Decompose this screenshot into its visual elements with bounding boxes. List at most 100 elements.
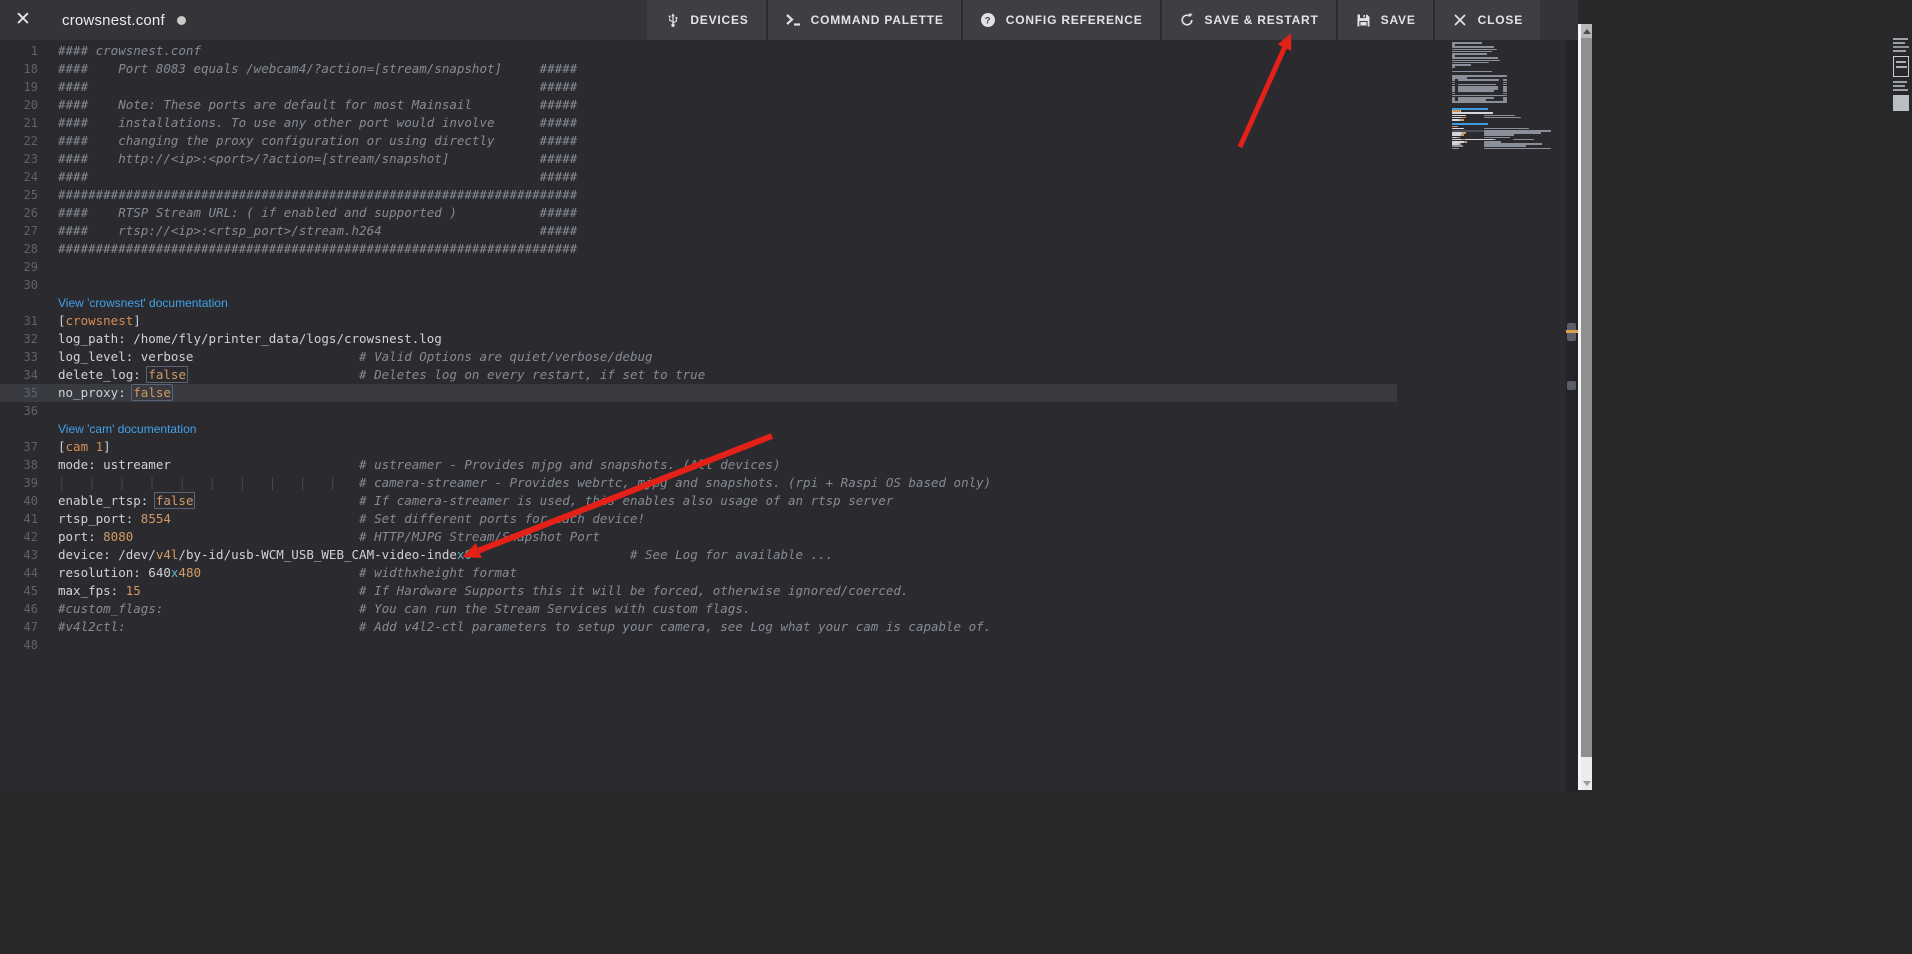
minimap-line xyxy=(1452,66,1455,68)
window-edge-artifact xyxy=(1893,81,1907,83)
code-line[interactable]: 40enable_rtsp: false # If camera-streame… xyxy=(0,492,1397,510)
minimap-line xyxy=(1452,134,1461,136)
line-number: 27 xyxy=(8,222,38,240)
minimap-line xyxy=(1458,90,1493,92)
minimap-line xyxy=(1460,119,1464,121)
close-icon xyxy=(1452,12,1469,29)
button-label: SAVE xyxy=(1381,13,1416,27)
button-label: CLOSE xyxy=(1478,13,1523,27)
command-palette-button[interactable]: COMMAND PALETTE xyxy=(768,0,961,40)
restart-icon xyxy=(1179,12,1196,29)
code-line[interactable]: 37[cam 1] xyxy=(0,438,1397,456)
code-line[interactable]: 39| | | | | | | | | | # camera-streamer … xyxy=(0,474,1397,492)
minimap-line xyxy=(1484,115,1515,117)
line-number: 34 xyxy=(8,366,38,384)
code-line[interactable]: 35no_proxy: false xyxy=(0,384,1397,402)
code-line[interactable]: 34delete_log: false # Deletes log on eve… xyxy=(0,366,1397,384)
page-scrollbar[interactable] xyxy=(1581,24,1592,790)
code-line[interactable]: 48 xyxy=(0,636,1397,654)
minimap-line xyxy=(1452,115,1466,117)
save-button[interactable]: SAVE xyxy=(1338,0,1433,40)
app-window: ✕ crowsnest.conf DEVICESCOMMAND PALETTE?… xyxy=(0,0,1912,954)
code-line[interactable]: 33log_level: verbose # Valid Options are… xyxy=(0,348,1397,366)
window-edge-artifact xyxy=(1893,42,1905,44)
doc-link-row: View 'crowsnest' documentation xyxy=(0,294,1397,312)
code-line[interactable]: 26#### RTSP Stream URL: ( if enabled and… xyxy=(0,204,1397,222)
line-number: 26 xyxy=(8,204,38,222)
scroll-down-arrow-icon[interactable] xyxy=(1581,776,1592,790)
code-line[interactable]: 25######################################… xyxy=(0,186,1397,204)
code-line[interactable]: 41rtsp_port: 8554 # Set different ports … xyxy=(0,510,1397,528)
line-number: 46 xyxy=(8,600,38,618)
minimap[interactable] xyxy=(1452,42,1578,212)
doc-link[interactable]: View 'cam' documentation xyxy=(58,422,196,436)
line-number: 47 xyxy=(8,618,38,636)
line-number: 18 xyxy=(8,60,38,78)
code-line[interactable]: 29 xyxy=(0,258,1397,276)
line-number: 25 xyxy=(8,186,38,204)
devices-button[interactable]: DEVICES xyxy=(647,0,765,40)
editor-scrollbar[interactable] xyxy=(1566,40,1578,792)
minimap-line xyxy=(1503,82,1507,84)
line-number: 36 xyxy=(8,402,38,420)
minimap-line xyxy=(1503,93,1507,95)
code-line[interactable]: 30 xyxy=(0,276,1397,294)
minimap-line xyxy=(1484,137,1510,139)
editor-toolbar: ✕ crowsnest.conf DEVICESCOMMAND PALETTE?… xyxy=(0,0,1578,40)
minimap-line xyxy=(1452,123,1488,125)
minimap-line xyxy=(1452,42,1482,44)
line-number: 40 xyxy=(8,492,38,510)
minimap-line xyxy=(1452,93,1455,95)
code-line[interactable]: 44resolution: 640x480 # widthxheight for… xyxy=(0,564,1397,582)
line-number: 35 xyxy=(8,384,38,402)
scroll-up-arrow-icon[interactable] xyxy=(1581,24,1592,38)
line-number: 43 xyxy=(8,546,38,564)
code-line[interactable]: 38mode: ustreamer # ustreamer - Provides… xyxy=(0,456,1397,474)
save-restart-button[interactable]: SAVE & RESTART xyxy=(1162,0,1336,40)
code-line[interactable]: 23#### http://<ip>:<port>/?action=[strea… xyxy=(0,150,1397,168)
toolbar-buttons: DEVICESCOMMAND PALETTE?CONFIG REFERENCES… xyxy=(647,0,1540,40)
close-button[interactable]: CLOSE xyxy=(1435,0,1540,40)
minimap-line xyxy=(1452,49,1497,51)
line-number: 31 xyxy=(8,312,38,330)
svg-text:?: ? xyxy=(985,15,992,26)
code-line[interactable]: 21#### installations. To use any other p… xyxy=(0,114,1397,132)
close-icon[interactable]: ✕ xyxy=(0,0,46,40)
code-line[interactable]: 32log_path: /home/fly/printer_data/logs/… xyxy=(0,330,1397,348)
minimap-line xyxy=(1452,82,1455,84)
doc-link-row: View 'cam' documentation xyxy=(0,420,1397,438)
minimap-line xyxy=(1452,46,1494,48)
minimap-line xyxy=(1503,90,1507,92)
config-reference-button[interactable]: ?CONFIG REFERENCE xyxy=(963,0,1160,40)
line-number: 42 xyxy=(8,528,38,546)
code-line[interactable]: 20#### Note: These ports are default for… xyxy=(0,96,1397,114)
window-edge-artifact xyxy=(1893,50,1906,52)
code-line[interactable]: 47#v4l2ctl: # Add v4l2-ctl parameters to… xyxy=(0,618,1397,636)
scrollbar-annotation xyxy=(1567,381,1576,390)
code-line[interactable]: 27#### rtsp://<ip>:<rtsp_port>/stream.h2… xyxy=(0,222,1397,240)
page-scrollbar-thumb[interactable] xyxy=(1581,38,1592,757)
line-number: 24 xyxy=(8,168,38,186)
code-line[interactable]: 31[crowsnest] xyxy=(0,312,1397,330)
minimap-line xyxy=(1503,79,1507,81)
code-editor[interactable]: 1#### crowsnest.conf18#### Port 8083 equ… xyxy=(0,42,1450,654)
code-line[interactable]: 45max_fps: 15 # If Hardware Supports thi… xyxy=(0,582,1397,600)
doc-link[interactable]: View 'crowsnest' documentation xyxy=(58,296,228,310)
code-line[interactable]: 22#### changing the proxy configuration … xyxy=(0,132,1397,150)
line-number: 48 xyxy=(8,636,38,654)
window-edge-artifact xyxy=(1893,89,1908,91)
code-line[interactable]: 42port: 8080 # HTTP/MJPG Stream/Snapshot… xyxy=(0,528,1397,546)
code-line[interactable]: 18#### Port 8083 equals /webcam4/?action… xyxy=(0,60,1397,78)
code-line[interactable]: 46#custom_flags: # You can run the Strea… xyxy=(0,600,1397,618)
code-line[interactable]: 24#### ##### xyxy=(0,168,1397,186)
code-line[interactable]: 43device: /dev/v4l/by-id/usb-WCM_USB_WEB… xyxy=(0,546,1397,564)
line-number: 39 xyxy=(8,474,38,492)
code-line[interactable]: 19#### ##### xyxy=(0,78,1397,96)
code-line[interactable]: 1#### crowsnest.conf xyxy=(0,42,1397,60)
help-icon: ? xyxy=(980,12,997,29)
minimap-line xyxy=(1452,53,1487,55)
code-line[interactable]: 36 xyxy=(0,402,1397,420)
window-edge-artifact xyxy=(1893,95,1909,111)
code-line[interactable]: 28######################################… xyxy=(0,240,1397,258)
line-number: 28 xyxy=(8,240,38,258)
